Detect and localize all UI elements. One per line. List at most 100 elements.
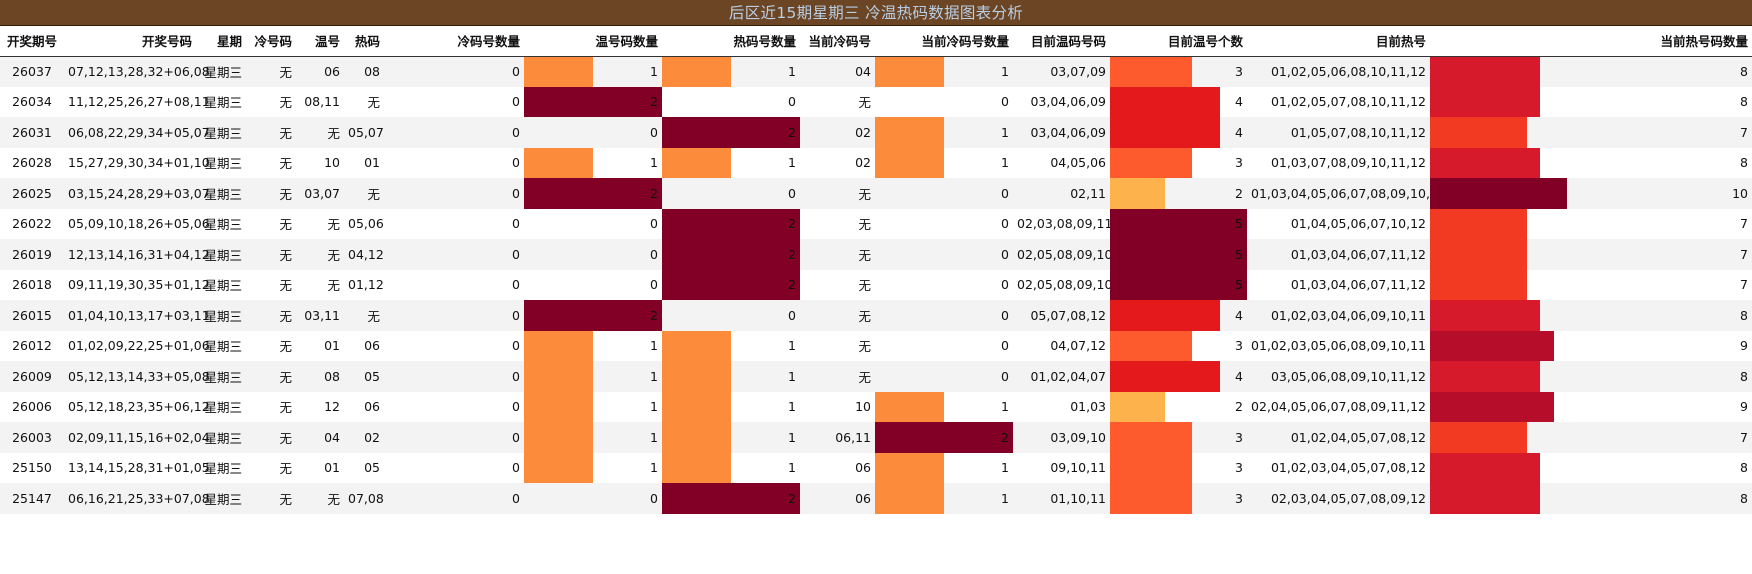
cell-value: 1 bbox=[788, 368, 796, 384]
cell-value: 0 bbox=[788, 307, 796, 323]
table-row: 26003 02,09,11,15,16+02,04 星期三无 04 02 0 1 1 06,1… bbox=[0, 422, 1752, 453]
cell-current-warm-count: 2 bbox=[1110, 391, 1247, 422]
cell-weekday: 星期三 bbox=[196, 178, 246, 209]
cell-current-cold-numbers: 无 bbox=[800, 269, 875, 300]
header-row: 开奖期号 开奖号码 星期 冷号码 温号 热码 冷码号数量 温号码数量 热码号数量 当前冷码号 当前冷… bbox=[0, 26, 1752, 57]
cell-value: 2 bbox=[1235, 185, 1243, 201]
cell-value: 2 bbox=[1235, 399, 1243, 415]
cell-current-warm-numbers: 01,03 bbox=[1013, 391, 1110, 422]
cell-current-cold-count: 0 bbox=[875, 86, 1013, 117]
cell-cold-count: 0 bbox=[384, 330, 524, 361]
cell-value: 2 bbox=[650, 94, 658, 110]
cell-warm-count: 1 bbox=[524, 422, 662, 453]
cell-warm-number: 无 bbox=[296, 208, 344, 239]
cell-hot-number: 05,06 bbox=[344, 208, 384, 239]
cell-cold-count: 0 bbox=[384, 56, 524, 87]
cell-value: 3 bbox=[1235, 155, 1243, 171]
cell-weekday: 星期三 bbox=[196, 422, 246, 453]
cell-value: 8 bbox=[1740, 155, 1748, 171]
cell-value: 2 bbox=[788, 216, 796, 232]
cell-draw-numbers: 06,08,22,29,34+05,07 bbox=[64, 117, 210, 148]
cell-value: 5 bbox=[1235, 246, 1243, 262]
cell-current-warm-numbers: 02,11 bbox=[1013, 178, 1110, 209]
cell-value: 3 bbox=[1235, 429, 1243, 445]
cell-current-warm-numbers: 02,05,08,09,10 bbox=[1013, 269, 1112, 300]
cell-current-cold-numbers: 无 bbox=[800, 239, 875, 270]
cell-hot-count: 1 bbox=[662, 452, 800, 483]
cell-value: 2 bbox=[650, 307, 658, 323]
cell-hot-count: 2 bbox=[662, 239, 800, 270]
cell-cold-count: 0 bbox=[384, 117, 524, 148]
header-cold-count: 冷码号数量 bbox=[384, 26, 524, 57]
cell-value: 1 bbox=[650, 429, 658, 445]
cell-value: 7 bbox=[1740, 429, 1748, 445]
cell-value: 2 bbox=[788, 246, 796, 262]
cell-current-warm-count: 4 bbox=[1110, 361, 1247, 392]
cold-warm-hot-table: 开奖期号 开奖号码 星期 冷号码 温号 热码 冷码号数量 温号码数量 热码号数量 当前冷码号 当前冷… bbox=[0, 26, 1752, 514]
cell-cold-number: 无 bbox=[246, 483, 296, 514]
cell-value: 9 bbox=[1740, 338, 1748, 354]
cell-issue-number: 26006 bbox=[0, 391, 64, 422]
cell-warm-number: 无 bbox=[296, 239, 344, 270]
cell-cold-count: 0 bbox=[384, 86, 524, 117]
cell-cold-number: 无 bbox=[246, 300, 296, 331]
cell-hot-number: 无 bbox=[344, 86, 384, 117]
cell-warm-number: 06 bbox=[296, 56, 344, 87]
header-current-hot-numbers: 目前热号 bbox=[1247, 26, 1430, 57]
cell-value: 1 bbox=[650, 64, 658, 79]
cell-current-hot-numbers: 01,02,05,07,08,10,11,12 bbox=[1247, 86, 1430, 117]
cell-draw-numbers: 02,09,11,15,16+02,04 bbox=[64, 422, 210, 453]
cell-weekday: 星期三 bbox=[196, 300, 246, 331]
cell-current-cold-count: 1 bbox=[875, 147, 1013, 178]
cell-issue-number: 26012 bbox=[0, 330, 64, 361]
header-hot-count: 热码号数量 bbox=[662, 26, 800, 57]
cell-cold-number: 无 bbox=[246, 86, 296, 117]
cell-draw-numbers: 06,16,21,25,33+07,08 bbox=[64, 483, 210, 514]
cell-draw-numbers: 05,12,18,23,35+06,12 bbox=[64, 391, 210, 422]
cell-value: 0 bbox=[1001, 246, 1009, 262]
cell-hot-number: 04,12 bbox=[344, 239, 384, 270]
cell-value: 0 bbox=[788, 94, 796, 110]
cell-current-hot-numbers: 01,05,07,08,10,11,12 bbox=[1247, 117, 1430, 148]
cell-warm-number: 无 bbox=[296, 483, 344, 514]
cell-value: 8 bbox=[1740, 490, 1748, 506]
cell-cold-number: 无 bbox=[246, 208, 296, 239]
cell-current-cold-count: 0 bbox=[875, 208, 1013, 239]
cell-current-warm-count: 4 bbox=[1110, 117, 1247, 148]
cell-issue-number: 26037 bbox=[0, 56, 64, 87]
cell-cold-count: 0 bbox=[384, 361, 524, 392]
cell-current-hot-numbers: 01,02,05,06,08,10,11,12 bbox=[1247, 56, 1430, 87]
cell-warm-count: 0 bbox=[524, 269, 662, 300]
cell-issue-number: 26009 bbox=[0, 361, 64, 392]
header-current-cold-count: 当前冷码号数量 bbox=[875, 26, 1013, 57]
cell-draw-numbers: 13,14,15,28,31+01,05 bbox=[64, 452, 210, 483]
cell-cold-count: 0 bbox=[384, 269, 524, 300]
cell-issue-number: 26028 bbox=[0, 147, 64, 178]
cell-hot-count: 1 bbox=[662, 147, 800, 178]
cell-current-cold-count: 0 bbox=[875, 239, 1013, 270]
cell-current-warm-count: 5 bbox=[1110, 239, 1247, 270]
cell-weekday: 星期三 bbox=[196, 483, 246, 514]
cell-value: 1 bbox=[1001, 64, 1009, 79]
cell-hot-count: 0 bbox=[662, 300, 800, 331]
cell-current-hot-count: 8 bbox=[1430, 483, 1752, 514]
cell-current-hot-numbers: 01,03,07,08,09,10,11,12 bbox=[1247, 147, 1430, 178]
cell-hot-count: 2 bbox=[662, 269, 800, 300]
cell-current-cold-numbers: 10 bbox=[800, 391, 875, 422]
cell-hot-number: 无 bbox=[344, 300, 384, 331]
cell-issue-number: 26018 bbox=[0, 269, 64, 300]
cell-current-warm-numbers: 09,10,11 bbox=[1013, 452, 1110, 483]
header-current-warm-count: 目前温号个数 bbox=[1110, 26, 1247, 57]
cell-current-cold-count: 1 bbox=[875, 452, 1013, 483]
cell-current-cold-count: 1 bbox=[875, 483, 1013, 514]
cell-current-warm-count: 3 bbox=[1110, 422, 1247, 453]
cell-value: 0 bbox=[650, 277, 658, 293]
cell-current-cold-numbers: 04 bbox=[800, 56, 875, 87]
cell-cold-count: 0 bbox=[384, 483, 524, 514]
cell-value: 1 bbox=[650, 368, 658, 384]
cell-current-warm-numbers: 03,07,09 bbox=[1013, 56, 1110, 87]
cell-draw-numbers: 07,12,13,28,32+06,08 bbox=[64, 56, 210, 87]
cell-warm-count: 2 bbox=[524, 86, 662, 117]
cell-value: 0 bbox=[788, 185, 796, 201]
cell-issue-number: 26034 bbox=[0, 86, 64, 117]
